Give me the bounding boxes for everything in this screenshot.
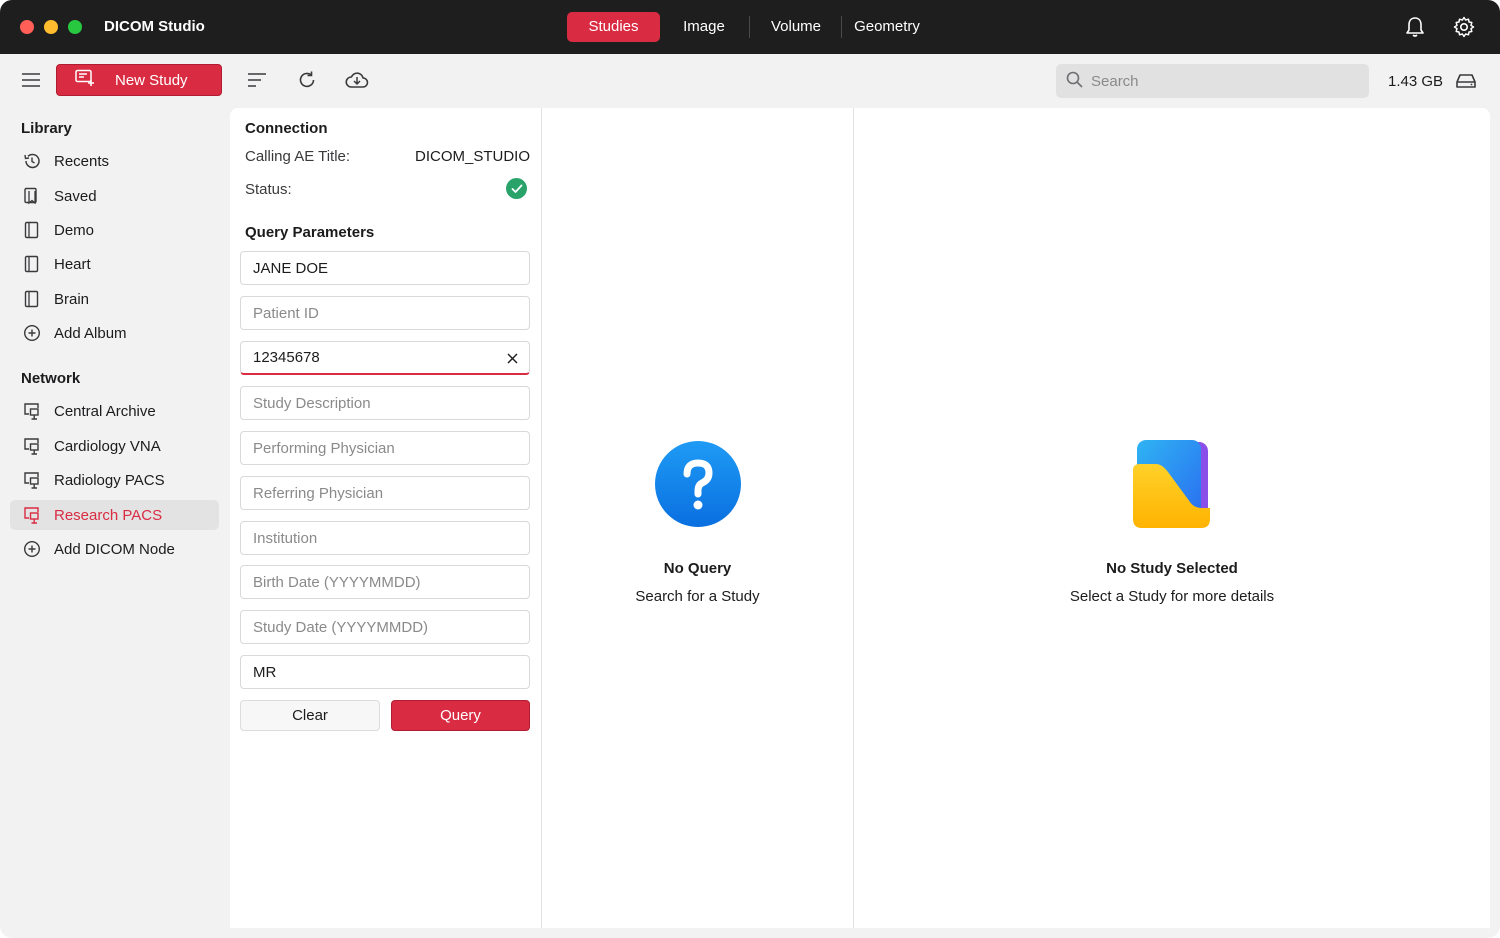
title-bar: DICOM Studio Studies Image Volume Geomet…: [0, 0, 1500, 54]
server-icon: [22, 436, 42, 456]
study-description-input[interactable]: [253, 394, 493, 412]
tab-volume[interactable]: Volume: [756, 12, 836, 42]
search-box[interactable]: [1056, 64, 1369, 98]
connection-heading: Connection: [245, 120, 328, 137]
institution-field[interactable]: [240, 521, 530, 555]
app-title: DICOM Studio: [104, 18, 205, 35]
sidebar-item-label: Saved: [54, 187, 97, 205]
query-parameters-heading: Query Parameters: [245, 224, 375, 241]
sidebar-item-central-archive[interactable]: Central Archive: [10, 396, 219, 426]
search-input[interactable]: [1091, 72, 1351, 90]
sidebar-item-label: Recents: [54, 152, 110, 170]
status-ok-icon: [506, 178, 527, 199]
tab-separator: [841, 16, 842, 38]
server-icon: [22, 470, 42, 490]
sidebar-item-radiology-pacs[interactable]: Radiology PACS: [10, 465, 219, 495]
study-description-field[interactable]: [240, 386, 530, 420]
clear-field-icon[interactable]: [505, 351, 519, 365]
new-study-icon: [75, 69, 95, 91]
study-date-input[interactable]: [253, 618, 493, 636]
no-study-subtitle: Select a Study for more details: [1069, 588, 1275, 605]
sidebar-item-recents[interactable]: Recents: [10, 146, 219, 176]
sidebar-item-cardiology-vna[interactable]: Cardiology VNA: [10, 431, 219, 461]
performing-physician-input[interactable]: [253, 439, 493, 457]
sidebar-item-research-pacs[interactable]: Research PACS: [10, 500, 219, 530]
clock-icon: [22, 151, 42, 171]
minimize-window-button[interactable]: [44, 20, 58, 34]
sidebar-item-heart[interactable]: Heart: [10, 249, 219, 279]
modality-field[interactable]: [240, 655, 530, 689]
calling-ae-value: DICOM_STUDIO: [414, 148, 530, 165]
sidebar-item-brain[interactable]: Brain: [10, 284, 219, 314]
sidebar-item-label: Research PACS: [54, 506, 163, 524]
network-heading: Network: [21, 370, 81, 387]
storage-usage: 1.43 GB: [1388, 73, 1444, 90]
no-query-title: No Query: [663, 560, 732, 577]
performing-physician-field[interactable]: [240, 431, 530, 465]
detail-panel: No Study Selected Select a Study for mor…: [853, 108, 1490, 928]
patient-id-field[interactable]: [240, 296, 530, 330]
accession-number-input[interactable]: [253, 349, 493, 366]
server-icon: [22, 505, 42, 525]
album-icon: [22, 254, 42, 274]
referring-physician-input[interactable]: [253, 484, 493, 502]
referring-physician-field[interactable]: [240, 476, 530, 510]
query-panel: Connection Calling AE Title: DICOM_STUDI…: [230, 108, 541, 928]
plus-circle-icon: [22, 539, 42, 559]
sidebar-item-label: Add DICOM Node: [54, 540, 175, 558]
sidebar-item-label: Radiology PACS: [54, 471, 165, 489]
new-study-label: New Study: [115, 71, 188, 89]
institution-input[interactable]: [253, 529, 493, 547]
gear-icon[interactable]: [1452, 15, 1476, 39]
sidebar-item-add-dicom-node[interactable]: Add DICOM Node: [10, 534, 219, 564]
sidebar-item-label: Add Album: [54, 324, 127, 342]
sidebar-item-demo[interactable]: Demo: [10, 215, 219, 245]
cloud-download-icon[interactable]: [344, 68, 370, 92]
question-mark-icon: [654, 440, 742, 528]
birth-date-input[interactable]: [253, 573, 493, 591]
app-window: DICOM Studio Studies Image Volume Geomet…: [0, 0, 1500, 938]
zoom-window-button[interactable]: [68, 20, 82, 34]
plus-circle-icon: [22, 323, 42, 343]
server-icon: [22, 401, 42, 421]
album-icon: [22, 220, 42, 240]
sidebar-item-label: Cardiology VNA: [54, 437, 161, 455]
new-study-button[interactable]: New Study: [56, 64, 222, 96]
patient-name-field[interactable]: [240, 251, 530, 285]
no-query-subtitle: Search for a Study: [635, 588, 760, 605]
sidebar-item-saved[interactable]: Saved: [10, 181, 219, 211]
sidebar-item-add-album[interactable]: Add Album: [10, 318, 219, 348]
refresh-icon[interactable]: [296, 69, 318, 91]
close-window-button[interactable]: [20, 20, 34, 34]
status-label: Status:: [245, 181, 292, 198]
sidebar-item-label: Demo: [54, 221, 95, 239]
library-heading: Library: [21, 120, 72, 137]
accession-number-field[interactable]: [240, 341, 530, 375]
sort-icon[interactable]: [246, 70, 268, 90]
clear-button[interactable]: Clear: [240, 700, 380, 731]
tab-studies[interactable]: Studies: [567, 12, 660, 42]
sidebar-item-label: Central Archive: [54, 402, 156, 420]
birth-date-field[interactable]: [240, 565, 530, 599]
album-icon: [22, 289, 42, 309]
patient-name-input[interactable]: [253, 259, 493, 277]
modality-input[interactable]: [253, 663, 493, 681]
query-button[interactable]: Query: [391, 700, 530, 731]
results-panel: No Query Search for a Study: [541, 108, 853, 928]
patient-id-input[interactable]: [253, 304, 493, 322]
drive-icon[interactable]: [1453, 70, 1479, 92]
bookmark-icon: [22, 186, 42, 206]
tab-image[interactable]: Image: [664, 12, 744, 42]
calling-ae-label: Calling AE Title:: [245, 148, 351, 165]
search-icon: [1066, 71, 1083, 91]
sidebar-item-label: Heart: [54, 255, 91, 273]
hamburger-icon[interactable]: [20, 70, 42, 90]
study-date-field[interactable]: [240, 610, 530, 644]
bell-icon[interactable]: [1403, 15, 1427, 39]
folder-icon: [1132, 440, 1214, 530]
tab-geometry[interactable]: Geometry: [846, 12, 928, 42]
tab-separator: [749, 16, 750, 38]
sidebar-item-label: Brain: [54, 290, 90, 308]
no-study-title: No Study Selected: [1106, 560, 1238, 577]
